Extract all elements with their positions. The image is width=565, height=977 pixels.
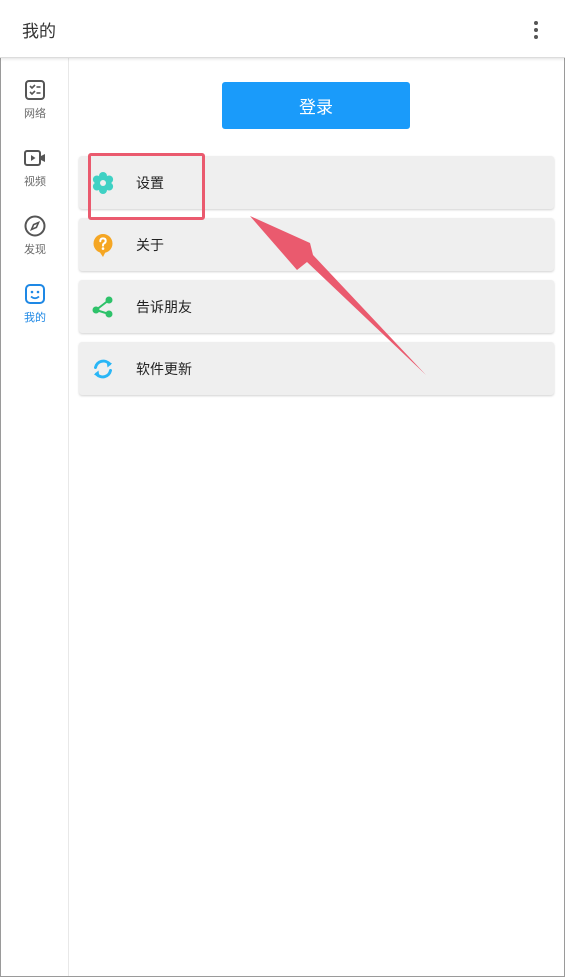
sidebar-item-label: 视频	[24, 175, 46, 188]
app-bar: 我的	[0, 0, 565, 58]
share-icon	[92, 296, 113, 318]
refresh-icon	[94, 359, 112, 379]
sidebar-item-label: 我的	[24, 311, 46, 324]
more-vertical-icon[interactable]	[525, 19, 547, 41]
sidebar-item-discover[interactable]: 发现	[1, 214, 69, 276]
video-icon	[24, 150, 45, 166]
sidebar-item-mine[interactable]: 我的	[1, 282, 69, 344]
sidebar-item-label: 网络	[24, 107, 46, 120]
menu-item-label: 设置	[136, 176, 164, 192]
menu-item-label: 软件更新	[136, 362, 192, 378]
main-content: 登录 设置 关于 告诉朋友 软件更新	[70, 58, 564, 976]
sidebar-item-label: 发现	[24, 243, 46, 256]
menu-item-update[interactable]: 软件更新	[79, 342, 554, 395]
menu-item-label: 关于	[136, 238, 164, 254]
settings-gear-icon	[92, 172, 114, 194]
smile-face-icon	[25, 284, 45, 304]
menu-item-about[interactable]: 关于	[79, 218, 554, 271]
menu-item-settings[interactable]: 设置	[79, 156, 554, 209]
sidebar-item-network[interactable]: 网络	[1, 78, 69, 140]
question-bubble-icon	[93, 234, 113, 257]
menu-item-share[interactable]: 告诉朋友	[79, 280, 554, 333]
sidebar-item-video[interactable]: 视频	[1, 146, 69, 208]
compass-icon	[24, 215, 46, 237]
network-checklist-icon	[25, 80, 45, 100]
sidebar-nav: 网络 视频 发现 我的	[1, 58, 69, 976]
menu-item-label: 告诉朋友	[136, 300, 192, 316]
login-button[interactable]: 登录	[222, 82, 410, 129]
page-title: 我的	[22, 22, 56, 42]
